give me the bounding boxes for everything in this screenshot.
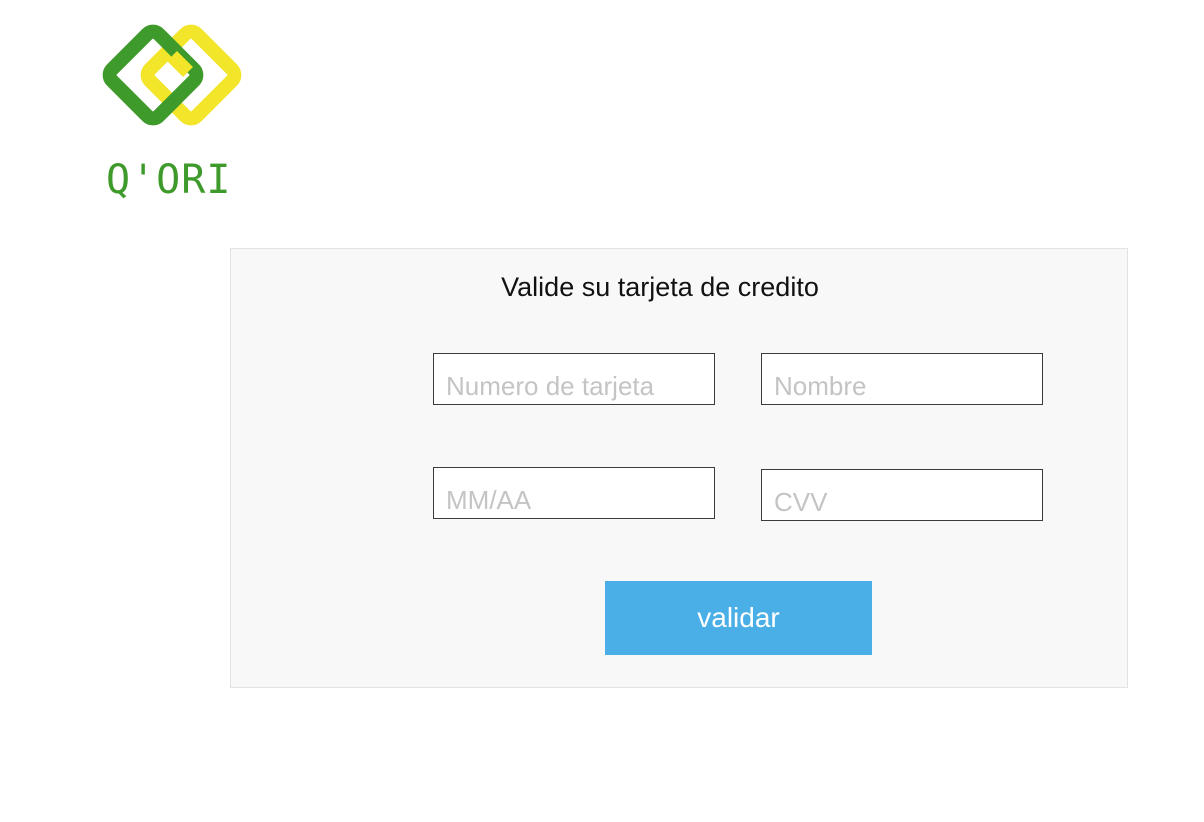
brand-logo: Q'ORI	[100, 24, 260, 200]
name-input[interactable]	[761, 353, 1043, 405]
credit-card-validation-form: Valide su tarjeta de credito validar	[230, 248, 1128, 688]
expiry-input[interactable]	[433, 467, 715, 519]
interlocking-diamonds-logo-icon	[102, 24, 242, 126]
validate-button[interactable]: validar	[605, 581, 872, 655]
form-title: Valide su tarjeta de credito	[501, 272, 819, 302]
cvv-input[interactable]	[761, 469, 1043, 521]
page: Q'ORI Valide su tarjeta de credito valid…	[0, 0, 1204, 822]
card-number-input[interactable]	[433, 353, 715, 405]
brand-name: Q'ORI	[106, 157, 232, 203]
